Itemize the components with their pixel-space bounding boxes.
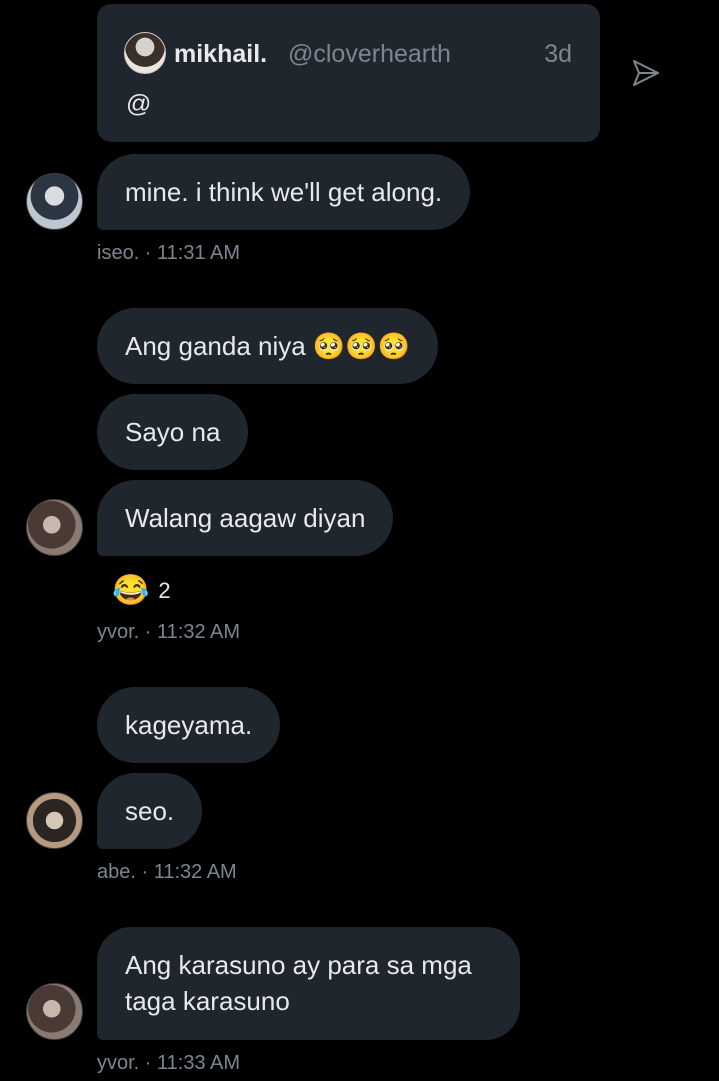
- quoted-tweet-text: @: [126, 90, 152, 118]
- reaction-badge[interactable]: 😂 2: [112, 573, 171, 609]
- dm-conversation: mikhail. @cloverhearth 3d @ mine. i thin…: [0, 0, 719, 1081]
- quoted-tweet-time: 3d: [544, 40, 572, 68]
- message-bubble[interactable]: Ang ganda niya 🥺🥺🥺: [97, 308, 439, 384]
- message-bubble[interactable]: Sayo na: [97, 394, 249, 470]
- message-bubble[interactable]: Walang aagaw diyan: [97, 480, 394, 556]
- avatar[interactable]: [26, 173, 83, 230]
- message-bubble[interactable]: Ang karasuno ay para sa mga taga karasun…: [97, 927, 520, 1040]
- message-meta: iseo. · 11:31 AM: [97, 242, 241, 264]
- quoted-author-avatar[interactable]: [124, 32, 166, 74]
- tears-of-joy-emoji-icon: 😂: [112, 574, 150, 607]
- message-bubble[interactable]: seo.: [97, 773, 203, 849]
- quoted-tweet-card[interactable]: mikhail. @cloverhearth 3d @: [97, 4, 600, 142]
- message-meta: abe. · 11:32 AM: [97, 861, 237, 883]
- message-meta: yvor. · 11:33 AM: [97, 1052, 241, 1074]
- avatar[interactable]: [26, 499, 83, 556]
- reaction-count: 2: [158, 578, 171, 603]
- quoted-author-handle[interactable]: @cloverhearth: [288, 40, 451, 69]
- avatar[interactable]: [26, 983, 83, 1040]
- paper-plane-icon[interactable]: [631, 58, 661, 88]
- message-bubble[interactable]: kageyama.: [97, 687, 281, 763]
- avatar[interactable]: [26, 792, 83, 849]
- message-bubble[interactable]: mine. i think we'll get along.: [97, 154, 471, 230]
- quoted-author-name[interactable]: mikhail.: [174, 40, 267, 69]
- message-meta: yvor. · 11:32 AM: [97, 621, 241, 643]
